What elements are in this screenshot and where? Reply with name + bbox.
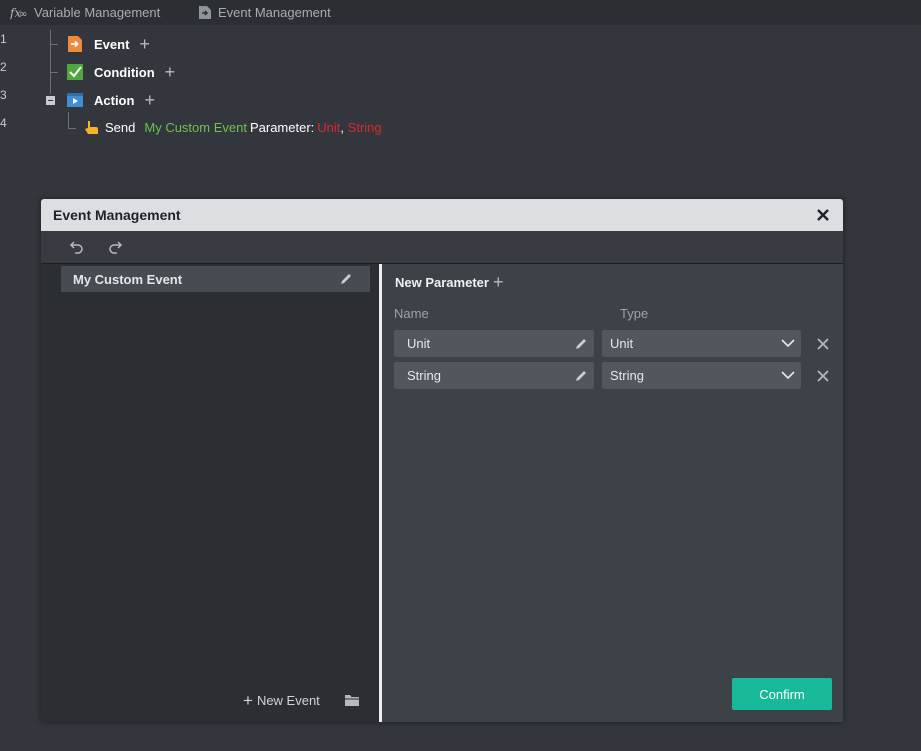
collapse-toggle[interactable] [46, 96, 55, 105]
event-file-icon [199, 6, 211, 19]
delete-parameter-icon[interactable] [817, 370, 829, 382]
new-parameter-button[interactable]: New Parameter + [395, 273, 503, 291]
folder-icon[interactable] [344, 693, 360, 707]
tree-item-condition[interactable]: Condition + [66, 63, 175, 81]
add-event-icon[interactable]: + [139, 35, 150, 53]
edit-pencil-icon[interactable] [574, 337, 588, 351]
tree-item-label: Event [94, 36, 130, 52]
add-action-icon[interactable]: + [144, 91, 155, 109]
parameter-type-select[interactable]: Unit [602, 330, 801, 357]
column-header-type: Type [620, 306, 649, 321]
line-number: 4 [0, 116, 7, 130]
redo-icon[interactable] [107, 239, 123, 255]
tree-connector [50, 30, 51, 94]
pointing-hand-icon [85, 121, 98, 134]
edit-pencil-icon[interactable] [339, 272, 353, 286]
tree-item-event[interactable]: Event + [66, 35, 150, 53]
delete-parameter-icon[interactable] [817, 338, 829, 350]
tree-connector [50, 72, 58, 73]
param-separator: , [340, 120, 345, 135]
undo-icon[interactable] [69, 239, 85, 255]
parameter-type-value: String [610, 368, 644, 383]
event-list-pane: My Custom Event + New Event [41, 264, 379, 722]
send-verb: Send [105, 120, 136, 135]
tree-item-action[interactable]: Action + [66, 91, 155, 109]
column-header-name: Name [394, 306, 429, 321]
plus-icon: + [243, 691, 253, 710]
svg-text:∞: ∞ [19, 9, 27, 20]
action-send-row[interactable]: Send My Custom Event Parameter: Unit, St… [84, 120, 382, 135]
parameter-name-field[interactable]: String [394, 362, 594, 389]
line-number: 2 [0, 60, 7, 74]
send-param-unit[interactable]: Unit [317, 120, 340, 135]
send-param-label: Parameter: [249, 120, 315, 135]
dialog-header: Event Management [41, 199, 843, 231]
new-event-label: New Event [256, 693, 320, 708]
line-number: 1 [0, 32, 7, 46]
chevron-down-icon [781, 339, 795, 348]
top-tab-bar: fx ∞ Variable Management Event Managemen… [0, 0, 921, 25]
send-event-name[interactable]: My Custom Event [144, 120, 247, 135]
event-icon [68, 36, 82, 52]
tree-item-label: Action [94, 92, 135, 108]
tree-item-label: Condition [94, 64, 155, 80]
action-icon [67, 93, 83, 107]
new-parameter-label: New Parameter [395, 274, 489, 290]
parameter-name-value: String [407, 368, 441, 383]
parameter-name-field[interactable]: Unit [394, 330, 594, 357]
condition-icon [67, 64, 83, 80]
parameter-type-select[interactable]: String [602, 362, 801, 389]
tab-event-management[interactable]: Event Management [198, 0, 331, 25]
parameter-type-value: Unit [610, 336, 634, 351]
tree-connector [68, 112, 69, 128]
tab-variable-management[interactable]: fx ∞ Variable Management [10, 0, 160, 25]
send-param-string[interactable]: String [348, 120, 382, 135]
new-event-button[interactable]: + New Event [243, 692, 320, 709]
add-condition-icon[interactable]: + [165, 63, 176, 81]
dialog-toolbar [41, 231, 843, 264]
parameter-name-value: Unit [407, 336, 431, 351]
tree-connector [68, 128, 76, 129]
event-list-item-label: My Custom Event [73, 271, 183, 287]
chevron-down-icon [781, 371, 795, 380]
tab-label: Event Management [218, 5, 331, 20]
close-icon[interactable] [815, 207, 831, 223]
plus-icon: + [492, 272, 504, 292]
edit-pencil-icon[interactable] [574, 369, 588, 383]
parameter-pane: New Parameter + Name Type Unit Unit Stri… [382, 264, 843, 722]
function-icon: fx ∞ [10, 6, 27, 20]
tree-connector [50, 44, 58, 45]
event-management-dialog: Event Management My Custom Event + New E… [41, 199, 843, 722]
dialog-title: Event Management [53, 207, 181, 223]
tab-label: Variable Management [34, 5, 161, 20]
confirm-button[interactable]: Confirm [732, 678, 832, 710]
line-number: 3 [0, 88, 7, 102]
event-list-item[interactable]: My Custom Event [61, 266, 370, 292]
